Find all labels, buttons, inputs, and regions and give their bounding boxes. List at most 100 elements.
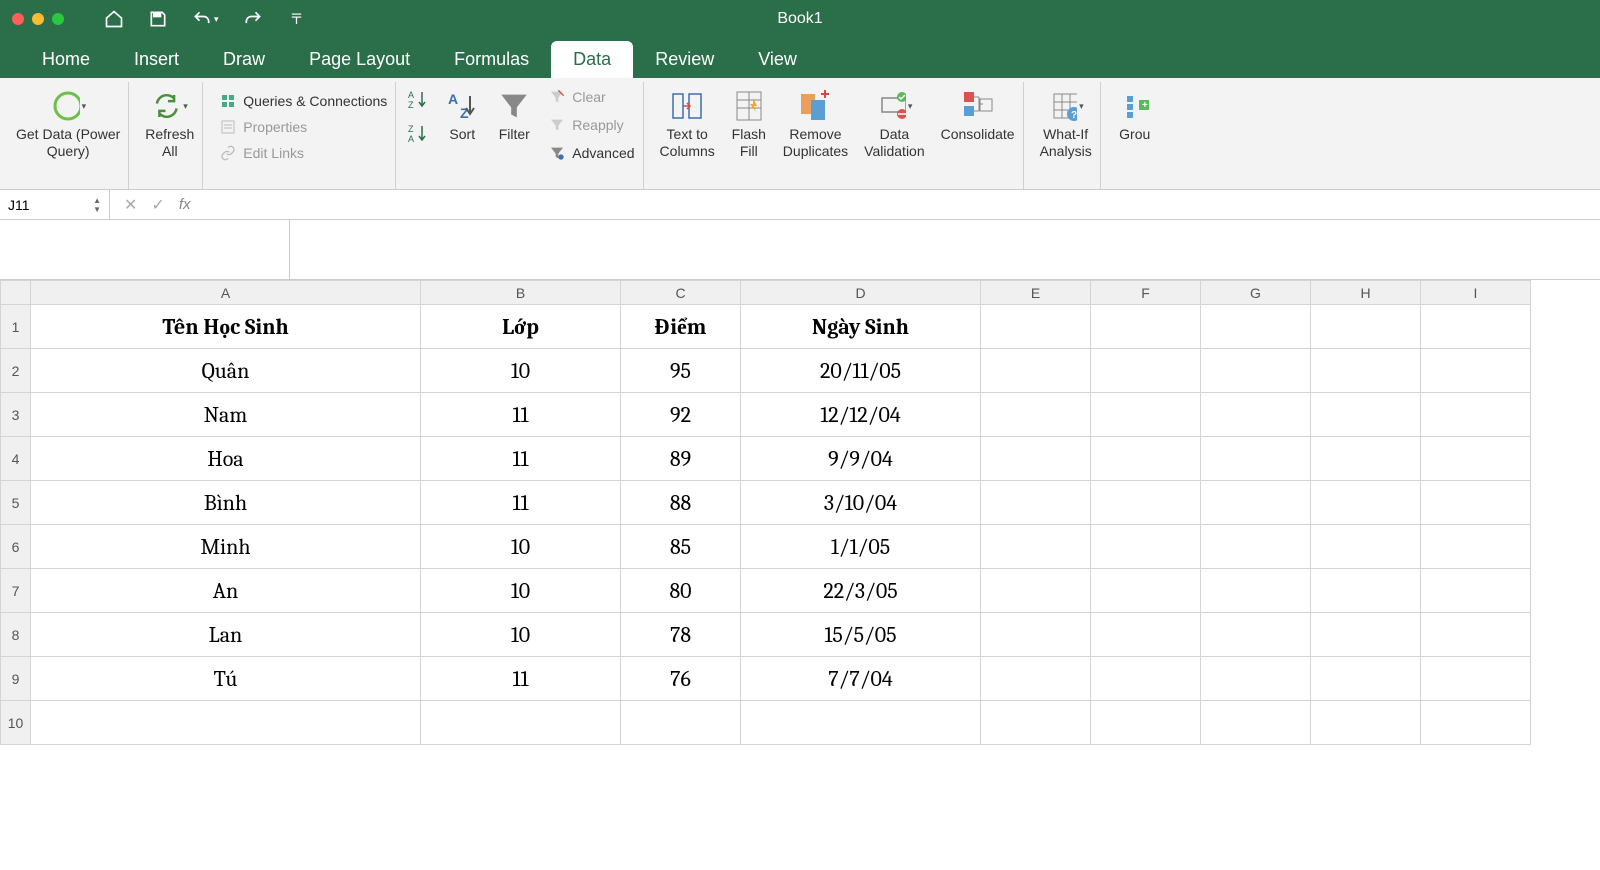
cell-C7[interactable]: 80 (621, 569, 741, 613)
col-head-B[interactable]: B (421, 281, 621, 305)
cell-D5[interactable]: 3/10/04 (741, 481, 981, 525)
cell-D7[interactable]: 22/3/05 (741, 569, 981, 613)
cell-I10[interactable] (1421, 701, 1531, 745)
cell-D2[interactable]: 20/11/05 (741, 349, 981, 393)
fx-icon[interactable]: fx (179, 196, 191, 213)
cell-E1[interactable] (981, 305, 1091, 349)
cell-I4[interactable] (1421, 437, 1531, 481)
cell-C6[interactable]: 85 (621, 525, 741, 569)
save-icon[interactable] (148, 9, 168, 29)
tab-review[interactable]: Review (633, 41, 736, 78)
row-head-9[interactable]: 9 (1, 657, 31, 701)
advanced-filter-button[interactable]: Advanced (544, 142, 638, 164)
tab-home[interactable]: Home (20, 41, 112, 78)
cell-C5[interactable]: 88 (621, 481, 741, 525)
queries-connections-button[interactable]: Queries & Connections (215, 90, 391, 112)
tab-view[interactable]: View (736, 41, 819, 78)
cell-F9[interactable] (1091, 657, 1201, 701)
cell-G5[interactable] (1201, 481, 1311, 525)
edit-links-button[interactable]: Edit Links (215, 142, 391, 164)
cell-D1[interactable]: Ngày Sinh (741, 305, 981, 349)
tab-formulas[interactable]: Formulas (432, 41, 551, 78)
tab-data[interactable]: Data (551, 41, 633, 78)
cell-I9[interactable] (1421, 657, 1531, 701)
cell-B8[interactable]: 10 (421, 613, 621, 657)
tab-draw[interactable]: Draw (201, 41, 287, 78)
cell-B10[interactable] (421, 701, 621, 745)
remove-duplicates-button[interactable]: Remove Duplicates (779, 84, 852, 164)
cell-E4[interactable] (981, 437, 1091, 481)
sort-az-icon[interactable]: AZ (408, 88, 432, 112)
get-data-button[interactable]: ▾ Get Data (Power Query) (12, 84, 124, 164)
consolidate-button[interactable]: Consolidate (937, 84, 1019, 147)
cell-H9[interactable] (1311, 657, 1421, 701)
cell-C1[interactable]: Điểm (621, 305, 741, 349)
cell-H3[interactable] (1311, 393, 1421, 437)
cell-F3[interactable] (1091, 393, 1201, 437)
sort-za-icon[interactable]: ZA (408, 122, 432, 146)
col-head-E[interactable]: E (981, 281, 1091, 305)
clear-filter-button[interactable]: Clear (544, 86, 638, 108)
text-to-columns-button[interactable]: Text to Columns (656, 84, 719, 164)
cell-I6[interactable] (1421, 525, 1531, 569)
cell-A5[interactable]: Bình (31, 481, 421, 525)
cell-G10[interactable] (1201, 701, 1311, 745)
row-head-10[interactable]: 10 (1, 701, 31, 745)
cell-G3[interactable] (1201, 393, 1311, 437)
filter-button[interactable]: Filter (492, 84, 536, 147)
cell-B2[interactable]: 10 (421, 349, 621, 393)
cell-C10[interactable] (621, 701, 741, 745)
cell-G1[interactable] (1201, 305, 1311, 349)
enter-formula-icon[interactable]: ✓ (151, 195, 164, 215)
sort-button[interactable]: AZ Sort (440, 84, 484, 147)
row-head-1[interactable]: 1 (1, 305, 31, 349)
reapply-button[interactable]: Reapply (544, 114, 638, 136)
maximize-window-button[interactable] (52, 13, 64, 25)
cell-H8[interactable] (1311, 613, 1421, 657)
cell-I2[interactable] (1421, 349, 1531, 393)
cell-H4[interactable] (1311, 437, 1421, 481)
cell-H1[interactable] (1311, 305, 1421, 349)
cell-I3[interactable] (1421, 393, 1531, 437)
cancel-formula-icon[interactable]: ✕ (124, 195, 137, 215)
cell-E3[interactable] (981, 393, 1091, 437)
cell-A4[interactable]: Hoa (31, 437, 421, 481)
cell-D3[interactable]: 12/12/04 (741, 393, 981, 437)
cell-A1[interactable]: Tên Học Sinh (31, 305, 421, 349)
cell-G7[interactable] (1201, 569, 1311, 613)
cell-I5[interactable] (1421, 481, 1531, 525)
tab-page-layout[interactable]: Page Layout (287, 41, 432, 78)
cell-E5[interactable] (981, 481, 1091, 525)
cell-A6[interactable]: Minh (31, 525, 421, 569)
col-head-G[interactable]: G (1201, 281, 1311, 305)
row-head-2[interactable]: 2 (1, 349, 31, 393)
cell-F6[interactable] (1091, 525, 1201, 569)
cell-A8[interactable]: Lan (31, 613, 421, 657)
cell-I1[interactable] (1421, 305, 1531, 349)
cell-G9[interactable] (1201, 657, 1311, 701)
cell-A3[interactable]: Nam (31, 393, 421, 437)
cell-F4[interactable] (1091, 437, 1201, 481)
refresh-all-button[interactable]: ▾ Refresh All (141, 84, 198, 164)
data-validation-button[interactable]: ▾ Data Validation (860, 84, 928, 164)
cell-B6[interactable]: 10 (421, 525, 621, 569)
cell-D9[interactable]: 7/7/04 (741, 657, 981, 701)
tab-insert[interactable]: Insert (112, 41, 201, 78)
cell-F10[interactable] (1091, 701, 1201, 745)
row-head-3[interactable]: 3 (1, 393, 31, 437)
cell-D6[interactable]: 1/1/05 (741, 525, 981, 569)
cell-H10[interactable] (1311, 701, 1421, 745)
redo-icon[interactable] (243, 9, 263, 29)
cell-F2[interactable] (1091, 349, 1201, 393)
flash-fill-button[interactable]: Flash Fill (727, 84, 771, 164)
select-all-corner[interactable] (1, 281, 31, 305)
name-box-stepper[interactable]: ▲▼ (93, 196, 101, 214)
cell-B3[interactable]: 11 (421, 393, 621, 437)
col-head-H[interactable]: H (1311, 281, 1421, 305)
cell-B4[interactable]: 11 (421, 437, 621, 481)
cell-D10[interactable] (741, 701, 981, 745)
cell-A7[interactable]: An (31, 569, 421, 613)
cell-C4[interactable]: 89 (621, 437, 741, 481)
cell-H5[interactable] (1311, 481, 1421, 525)
cell-H2[interactable] (1311, 349, 1421, 393)
